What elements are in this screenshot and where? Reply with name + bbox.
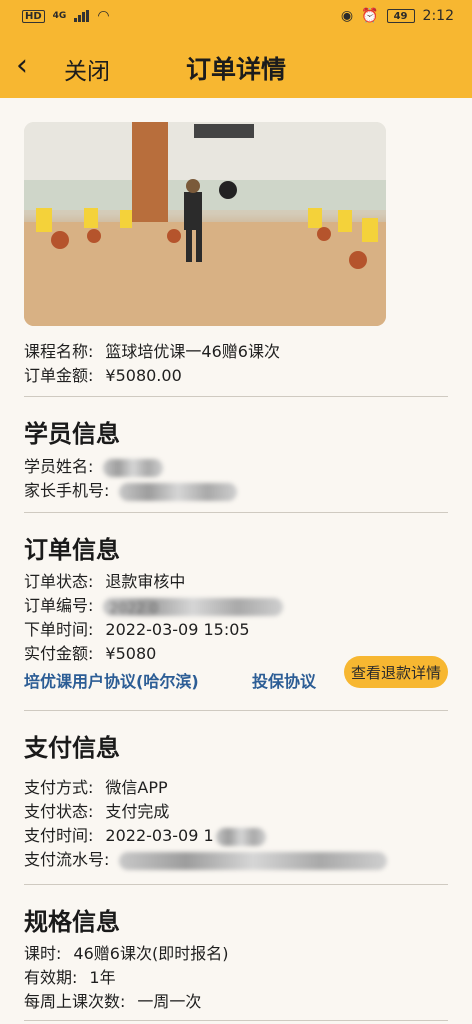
payment-time-label: 支付时间:: [24, 826, 94, 845]
redacted-phone: [119, 482, 238, 501]
validity-label: 有效期:: [24, 968, 78, 987]
payment-time-value: 2022-03-09 1: [105, 826, 214, 845]
weekly-sessions-row: 每周上课次数: 一周一次: [24, 988, 201, 1012]
divider: [24, 1020, 448, 1021]
nav-bar: ‹ 关闭 订单详情: [0, 44, 472, 90]
payment-time-row: 支付时间: 2022-03-09 1: [24, 822, 266, 846]
eye-icon: ◉: [340, 8, 354, 24]
order-status-row: 订单状态: 退款审核中: [24, 568, 185, 592]
order-amount-row: 订单金额: ¥5080.00: [24, 362, 182, 386]
payment-method-row: 支付方式: 微信APP: [24, 774, 168, 798]
wifi-icon: ◠: [97, 8, 110, 24]
network-type: 4G: [52, 11, 67, 21]
course-name-label: 课程名称:: [24, 342, 94, 361]
order-number-row: 订单编号: 2022 0: [24, 592, 284, 617]
validity-row: 有效期: 1年: [24, 964, 116, 988]
weekly-sessions-label: 每周上课次数:: [24, 992, 126, 1011]
order-number-label: 订单编号:: [24, 596, 94, 615]
paid-amount-value: ¥5080: [105, 644, 157, 663]
divider: [24, 396, 448, 397]
payment-method-value: 微信APP: [105, 778, 168, 797]
payment-method-label: 支付方式:: [24, 778, 94, 797]
alarm-icon: ⏰: [361, 8, 379, 24]
status-bar: HD 4G ◠ ◉ ⏰ 49 2:12: [0, 0, 472, 32]
lessons-row: 课时: 46赠6课次(即时报名): [24, 940, 228, 964]
order-time-label: 下单时间:: [24, 620, 94, 639]
clock: 2:12: [422, 8, 454, 24]
parent-phone-label: 家长手机号:: [24, 481, 110, 500]
payment-status-label: 支付状态:: [24, 802, 94, 821]
signal-icon: [74, 10, 90, 22]
battery-icon: 49: [386, 9, 415, 23]
order-amount-value: ¥5080.00: [105, 366, 182, 385]
weekly-sessions-value: 一周一次: [137, 992, 202, 1011]
divider: [24, 884, 448, 885]
insurance-agreement-link[interactable]: 投保协议: [252, 668, 316, 692]
redacted-payment-time: [215, 827, 266, 846]
student-name-label: 学员姓名:: [24, 457, 94, 476]
course-name-value: 篮球培优课一46赠6课次: [105, 342, 280, 361]
page-title: 订单详情: [185, 55, 286, 84]
paid-amount-label: 实付金额:: [24, 644, 94, 663]
divider: [24, 710, 448, 711]
divider: [24, 512, 448, 513]
order-time-value: 2022-03-09 15:05: [105, 620, 250, 639]
paid-amount-row: 实付金额: ¥5080: [24, 640, 156, 664]
payment-status-row: 支付状态: 支付完成: [24, 798, 169, 822]
payment-section-title: 支付信息: [24, 734, 120, 762]
app-header: HD 4G ◠ ◉ ⏰ 49 2:12 ‹ 关闭 订单详情: [0, 0, 472, 98]
lessons-value: 46赠6课次(即时报名): [73, 944, 229, 963]
redacted-order-number: 2022 0: [103, 597, 284, 617]
order-time-row: 下单时间: 2022-03-09 15:05: [24, 616, 250, 640]
user-agreement-link[interactable]: 培优课用户协议(哈尔滨): [24, 668, 199, 692]
lessons-label: 课时:: [24, 944, 62, 963]
order-status-value: 退款审核中: [105, 572, 186, 591]
student-section-title: 学员信息: [24, 420, 120, 448]
redacted-serial-number: [119, 851, 388, 870]
spec-section-title: 规格信息: [24, 908, 120, 936]
payment-serial-row: 支付流水号:: [24, 846, 388, 870]
hd-indicator: HD: [22, 9, 45, 23]
parent-phone-row: 家长手机号:: [24, 477, 238, 501]
course-name-row: 课程名称: 篮球培优课一46赠6课次: [24, 338, 280, 362]
course-photo: [24, 122, 386, 326]
validity-value: 1年: [89, 968, 116, 987]
student-name-row: 学员姓名:: [24, 453, 164, 477]
order-number-partial: 2022 0: [109, 600, 159, 617]
view-refund-details-button[interactable]: 查看退款详情: [344, 656, 448, 688]
order-amount-label: 订单金额:: [24, 366, 94, 385]
redacted-name: [103, 458, 164, 477]
order-section-title: 订单信息: [24, 536, 120, 564]
payment-status-value: 支付完成: [105, 802, 170, 821]
order-status-label: 订单状态:: [24, 572, 94, 591]
payment-serial-label: 支付流水号:: [24, 850, 110, 869]
